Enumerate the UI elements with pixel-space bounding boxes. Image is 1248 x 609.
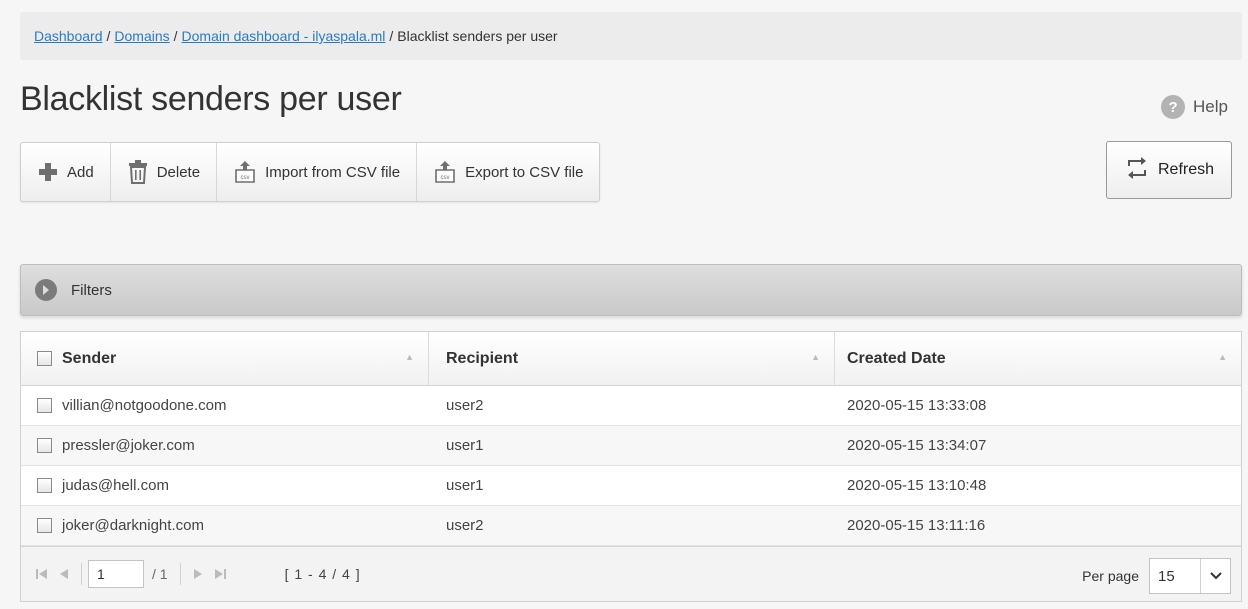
column-label: Sender <box>62 349 117 367</box>
svg-text:csv: csv <box>241 175 250 181</box>
table-row[interactable]: pressler@joker.com user1 2020-05-15 13:3… <box>21 426 1241 466</box>
created-date-cell: 2020-05-15 13:34:07 <box>847 437 987 454</box>
add-label: Add <box>67 163 94 181</box>
sender-cell: villian@notgoodone.com <box>62 397 227 414</box>
refresh-label: Refresh <box>1157 161 1215 178</box>
first-page-icon[interactable] <box>31 567 53 581</box>
import-csv-button[interactable]: csv Import from CSV file <box>217 143 418 201</box>
select-all-checkbox[interactable] <box>37 351 52 366</box>
export-label: Export to CSV file <box>465 163 584 181</box>
pagination-bar: / 1 [ 1 - 4 / 4 ] Per page 15 <box>21 546 1241 601</box>
filters-label: Filters <box>71 281 112 299</box>
row-checkbox[interactable] <box>37 478 52 493</box>
trash-icon <box>127 160 149 184</box>
pager-divider <box>81 563 82 585</box>
next-page-icon[interactable] <box>187 567 209 581</box>
last-page-icon[interactable] <box>209 567 231 581</box>
created-date-cell: 2020-05-15 13:11:16 <box>847 517 986 534</box>
column-label: Recipient <box>446 349 519 367</box>
table-body: villian@notgoodone.com user2 2020-05-15 … <box>21 386 1241 546</box>
delete-button[interactable]: Delete <box>111 143 218 201</box>
recipient-cell: user1 <box>446 477 484 494</box>
breadcrumb-separator: / <box>389 28 394 44</box>
per-page-control: Per page 15 <box>1082 558 1231 594</box>
delete-label: Delete <box>156 163 201 181</box>
blacklist-table: Sender ▲ Recipient ▲ Created Date ▲ vill… <box>20 331 1242 602</box>
column-label: Created Date <box>847 349 946 367</box>
breadcrumb-separator: / <box>173 28 178 44</box>
help-icon: ? <box>1161 95 1186 119</box>
table-row[interactable]: judas@hell.com user1 2020-05-15 13:10:48 <box>21 466 1241 506</box>
chevron-right-circle-icon <box>35 279 57 301</box>
row-checkbox[interactable] <box>37 398 52 413</box>
page-number-input[interactable] <box>88 560 144 588</box>
import-label: Import from CSV file <box>265 163 401 181</box>
table-row[interactable]: joker@darknight.com user2 2020-05-15 13:… <box>21 506 1241 546</box>
recipient-cell: user2 <box>446 397 484 414</box>
record-range: [ 1 - 4 / 4 ] <box>284 566 361 582</box>
sender-cell: pressler@joker.com <box>62 437 195 454</box>
chevron-down-icon <box>1200 559 1230 593</box>
breadcrumb: Dashboard / Domains / Domain dashboard -… <box>20 12 1242 60</box>
per-page-select[interactable]: 15 <box>1149 558 1231 594</box>
sort-up-icon: ▲ <box>405 352 414 362</box>
svg-text:csv: csv <box>441 175 450 181</box>
help-link[interactable]: ? Help <box>1161 95 1228 119</box>
export-csv-button[interactable]: csv Export to CSV file <box>417 143 599 201</box>
sort-up-icon: ▲ <box>1218 352 1227 362</box>
breadcrumb-separator: / <box>106 28 111 44</box>
breadcrumb-link-domains[interactable]: Domains <box>114 28 169 44</box>
csv-export-icon: csv <box>433 160 457 184</box>
refresh-icon <box>1124 156 1150 185</box>
breadcrumb-link-dashboard[interactable]: Dashboard <box>34 28 103 44</box>
csv-import-icon: csv <box>233 160 257 184</box>
recipient-cell: user1 <box>446 437 484 454</box>
breadcrumb-link-domain-dashboard[interactable]: Domain dashboard - ilyaspala.ml <box>182 28 386 44</box>
toolbar: Add Delete csv Import from CSV file csv … <box>20 142 601 202</box>
plus-icon <box>37 161 59 183</box>
help-label: Help <box>1193 97 1228 116</box>
sender-cell: joker@darknight.com <box>62 517 204 534</box>
add-button[interactable]: Add <box>21 143 111 201</box>
row-checkbox[interactable] <box>37 518 52 533</box>
row-checkbox[interactable] <box>37 438 52 453</box>
column-header-recipient[interactable]: Recipient ▲ <box>429 332 835 385</box>
page-total: / 1 <box>152 566 168 582</box>
column-header-sender[interactable]: Sender ▲ <box>21 332 429 385</box>
previous-page-icon[interactable] <box>53 567 75 581</box>
pager-divider <box>179 563 181 585</box>
table-header: Sender ▲ Recipient ▲ Created Date ▲ <box>21 332 1241 386</box>
filters-panel-toggle[interactable]: Filters <box>20 264 1242 316</box>
created-date-cell: 2020-05-15 13:10:48 <box>847 477 987 494</box>
per-page-label: Per page <box>1082 568 1139 584</box>
per-page-value: 15 <box>1158 567 1175 585</box>
refresh-button[interactable]: Refresh <box>1106 141 1232 199</box>
breadcrumb-current: Blacklist senders per user <box>397 28 558 44</box>
page-title: Blacklist senders per user <box>20 80 402 118</box>
created-date-cell: 2020-05-15 13:33:08 <box>847 397 987 414</box>
recipient-cell: user2 <box>446 517 484 534</box>
sender-cell: judas@hell.com <box>62 477 169 494</box>
table-row[interactable]: villian@notgoodone.com user2 2020-05-15 … <box>21 386 1241 426</box>
column-header-created-date[interactable]: Created Date ▲ <box>835 332 1241 385</box>
sort-up-icon: ▲ <box>811 352 820 362</box>
